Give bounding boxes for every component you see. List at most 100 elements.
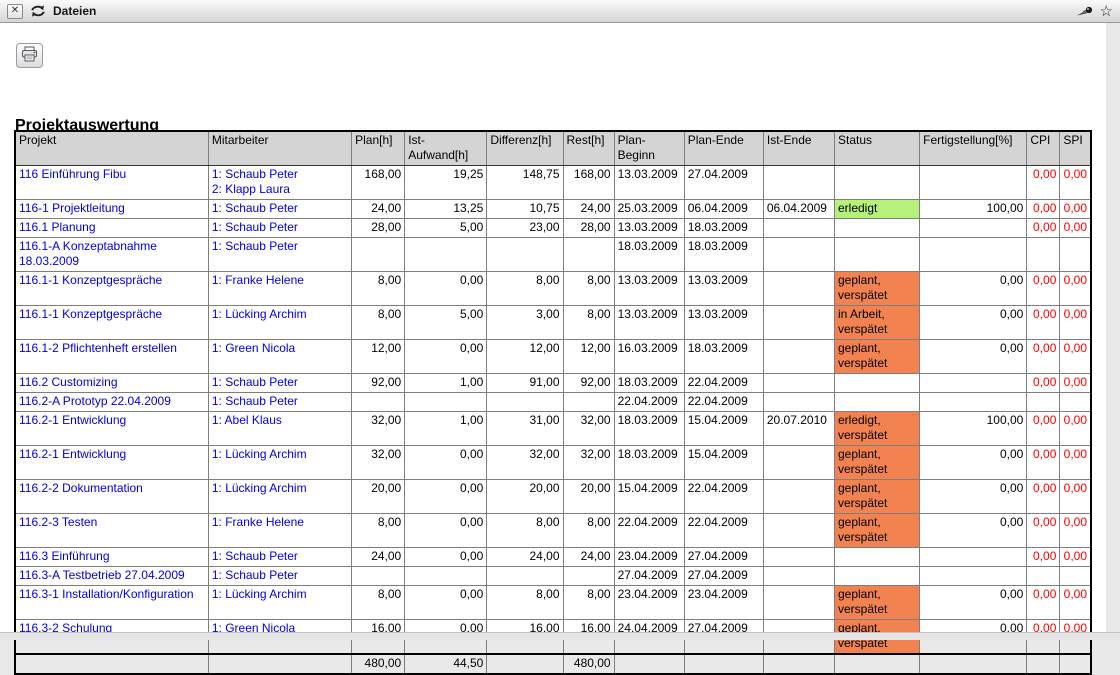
cell-ist-aufwand: 19,25 <box>405 166 487 200</box>
employee-link[interactable]: 1: Schaub Peter <box>212 201 298 215</box>
project-link[interactable]: 116.1-1 Konzeptgespräche <box>19 307 162 321</box>
cell-cpi <box>1027 567 1060 586</box>
project-link[interactable]: 116.2-3 Testen <box>19 515 97 529</box>
printer-icon <box>21 46 38 65</box>
cell-ist-ende: 06.04.2009 <box>763 200 834 219</box>
cell-spi <box>1060 567 1091 586</box>
cell-plan-beginn: 27.04.2009 <box>614 567 684 586</box>
project-link[interactable]: 116.1 Planung <box>19 220 96 234</box>
employee-link[interactable]: 1: Schaub Peter <box>212 394 298 408</box>
total-differenz <box>487 654 563 674</box>
employee-link[interactable]: 1: Lücking Archim <box>212 481 307 495</box>
refresh-icon[interactable] <box>30 4 46 18</box>
cell-fertigstellung: 0,00 <box>920 586 1027 620</box>
cell-differenz: 148,75 <box>487 166 563 200</box>
project-link[interactable]: 116.2-1 Entwicklung <box>19 413 126 427</box>
cell-ist-aufwand: 1,00 <box>405 412 487 446</box>
cell-fertigstellung <box>920 374 1027 393</box>
cell-plan: 28,00 <box>352 219 405 238</box>
cell-differenz <box>487 393 563 412</box>
employee-link[interactable]: 1: Schaub Peter <box>212 167 298 181</box>
cell-mitarbeiter: 1: Schaub Peter <box>208 393 351 412</box>
cell-plan: 8,00 <box>352 586 405 620</box>
total-plan-beginn <box>614 654 684 674</box>
project-link[interactable]: 116.2-A Prototyp 22.04.2009 <box>19 394 171 408</box>
employee-link[interactable]: 1: Lücking Archim <box>212 307 307 321</box>
cell-mitarbeiter: 1: Schaub Peter <box>208 567 351 586</box>
employee-link[interactable]: 2: Klapp Laura <box>212 182 290 196</box>
employee-link[interactable]: 1: Franke Helene <box>212 515 304 529</box>
star-icon[interactable]: ☆ <box>1100 4 1113 19</box>
cell-cpi: 0,00 <box>1027 586 1060 620</box>
cell-plan: 12,00 <box>352 340 405 374</box>
cell-ist-aufwand <box>405 393 487 412</box>
total-ist-aufwand: 44,50 <box>405 654 487 674</box>
project-link[interactable]: 116.1-1 Konzeptgespräche <box>19 273 162 287</box>
col-header-status: Status <box>834 131 919 166</box>
cell-fertigstellung <box>920 219 1027 238</box>
employee-link[interactable]: 1: Schaub Peter <box>212 375 298 389</box>
employee-link[interactable]: 1: Schaub Peter <box>212 549 298 563</box>
total-status <box>834 654 919 674</box>
cell-rest: 8,00 <box>563 586 614 620</box>
cell-ist-ende <box>763 306 834 340</box>
cell-cpi: 0,00 <box>1027 166 1060 200</box>
cell-plan-ende: 06.04.2009 <box>684 200 763 219</box>
employee-link[interactable]: 1: Lücking Archim <box>212 587 307 601</box>
employee-link[interactable]: 1: Abel Klaus <box>212 413 282 427</box>
app-window: ✕ Dateien ☆ <box>0 0 1120 632</box>
content-area: Projektauswertung ProjektMitarbeiterPlan… <box>0 23 1106 632</box>
cell-differenz: 8,00 <box>487 514 563 548</box>
cell-mitarbeiter: 1: Schaub Peter <box>208 548 351 567</box>
cell-plan-beginn: 13.03.2009 <box>614 306 684 340</box>
col-header-projekt: Projekt <box>15 131 208 166</box>
cell-differenz: 31,00 <box>487 412 563 446</box>
project-link[interactable]: 116 Einführung Fibu <box>19 167 126 181</box>
cell-spi: 0,00 <box>1060 586 1091 620</box>
cell-ist-aufwand: 0,00 <box>405 446 487 480</box>
cell-rest: 92,00 <box>563 374 614 393</box>
project-link[interactable]: 116.3 Einführung <box>19 549 110 563</box>
cell-projekt: 116.2-1 Entwicklung <box>15 446 208 480</box>
project-link[interactable]: 116.1-A Konzeptabnahme 18.03.2009 <box>19 239 157 268</box>
table-row: 116.2 Customizing1: Schaub Peter92,001,0… <box>15 374 1091 393</box>
cell-mitarbeiter: 1: Abel Klaus <box>208 412 351 446</box>
cell-rest <box>563 238 614 272</box>
col-header-rest-h: Rest[h] <box>563 131 614 166</box>
cell-rest: 28,00 <box>563 219 614 238</box>
total-mitarbeiter <box>208 654 351 674</box>
cell-ist-ende <box>763 238 834 272</box>
close-icon[interactable]: ✕ <box>7 4 23 19</box>
employee-link[interactable]: 1: Lücking Archim <box>212 447 307 461</box>
cell-fertigstellung: 0,00 <box>920 272 1027 306</box>
cell-spi <box>1060 238 1091 272</box>
cell-ist-aufwand: 13,25 <box>405 200 487 219</box>
cell-plan-beginn: 23.04.2009 <box>614 548 684 567</box>
cell-differenz: 24,00 <box>487 548 563 567</box>
status-badge: erledigt, verspätet <box>834 412 919 446</box>
cell-cpi: 0,00 <box>1027 446 1060 480</box>
employee-link[interactable]: 1: Schaub Peter <box>212 220 298 234</box>
cell-rest: 32,00 <box>563 412 614 446</box>
project-link[interactable]: 116.3-A Testbetrieb 27.04.2009 <box>19 568 185 582</box>
table-row: 116.3-1 Installation/Konfiguration 1: Lüc… <box>15 586 1091 620</box>
project-link[interactable]: 116.2-2 Dokumentation <box>19 481 143 495</box>
cell-spi: 0,00 <box>1060 340 1091 374</box>
employee-link[interactable]: 1: Franke Helene <box>212 273 304 287</box>
project-link[interactable]: 116.1-2 Pflichtenheft erstellen <box>19 341 177 355</box>
employee-link[interactable]: 1: Schaub Peter <box>212 568 298 582</box>
pin-icon[interactable] <box>1076 5 1093 18</box>
employee-link[interactable]: 1: Schaub Peter <box>212 239 298 253</box>
employee-link[interactable]: 1: Green Nicola <box>212 341 295 355</box>
cell-mitarbeiter: 1: Lücking Archim <box>208 586 351 620</box>
project-link[interactable]: 116.2-1 Entwicklung <box>19 447 126 461</box>
project-link[interactable]: 116-1 Projektleitung <box>19 201 125 215</box>
cell-projekt: 116.2-3 Testen <box>15 514 208 548</box>
print-button[interactable] <box>16 43 43 68</box>
total-projekt <box>15 654 208 674</box>
cell-mitarbeiter: 1: Schaub Peter <box>208 238 351 272</box>
cell-plan: 32,00 <box>352 412 405 446</box>
cell-differenz: 8,00 <box>487 272 563 306</box>
project-link[interactable]: 116.2 Customizing <box>19 375 118 389</box>
project-link[interactable]: 116.3-1 Installation/Konfiguration <box>19 587 194 601</box>
